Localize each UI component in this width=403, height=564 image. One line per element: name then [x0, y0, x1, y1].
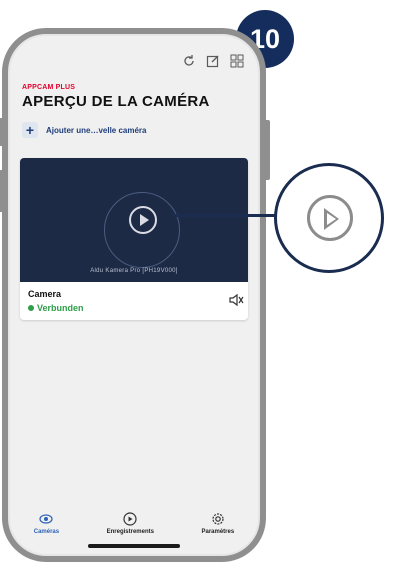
app-screen: APPCAM PLUS APERÇU DE LA CAMÉRA + Ajoute… — [10, 36, 258, 554]
phone-power-button — [262, 120, 270, 180]
camera-status: Verbunden — [28, 303, 84, 313]
status-dot-icon — [28, 305, 34, 311]
home-indicator — [88, 544, 180, 548]
app-name: APPCAM PLUS — [22, 84, 76, 91]
grid-view-icon[interactable] — [230, 54, 244, 68]
edit-icon[interactable] — [206, 54, 220, 68]
camera-eye-icon — [39, 514, 54, 524]
play-circle-icon — [123, 512, 137, 526]
tab-cameras[interactable]: Caméras — [34, 512, 59, 535]
add-camera-button[interactable]: + Ajouter une…velle caméra — [22, 122, 146, 138]
page-header: APPCAM PLUS APERÇU DE LA CAMÉRA — [22, 84, 210, 110]
plus-icon: + — [22, 122, 38, 138]
tab-recordings[interactable]: Enregistrements — [107, 512, 154, 535]
camera-status-text: Verbunden — [37, 303, 84, 313]
callout-line — [172, 214, 276, 217]
gear-icon — [212, 513, 224, 525]
camera-name: Camera — [28, 289, 62, 299]
top-toolbar — [182, 54, 244, 68]
tab-label: Enregistrements — [106, 529, 154, 535]
page-title: APERÇU DE LA CAMÉRA — [22, 93, 210, 110]
tab-label: Caméras — [33, 529, 60, 535]
refresh-icon[interactable] — [182, 54, 196, 68]
tab-label: Paramètres — [201, 529, 235, 535]
camera-preview[interactable]: Aldu Kamera Pro [PH19V000] — [20, 158, 248, 282]
speaker-muted-icon[interactable] — [228, 292, 244, 308]
phone-side-button — [0, 118, 7, 146]
phone-side-button — [0, 170, 7, 212]
play-icon-enlarged — [307, 195, 353, 241]
play-icon[interactable] — [129, 206, 157, 234]
camera-model-label: Aldu Kamera Pro [PH19V000] — [90, 268, 178, 274]
tab-settings[interactable]: Paramètres — [201, 512, 235, 535]
camera-card[interactable]: Aldu Kamera Pro [PH19V000] Camera Verbun… — [20, 158, 248, 320]
add-camera-label: Ajouter une…velle caméra — [46, 125, 147, 135]
